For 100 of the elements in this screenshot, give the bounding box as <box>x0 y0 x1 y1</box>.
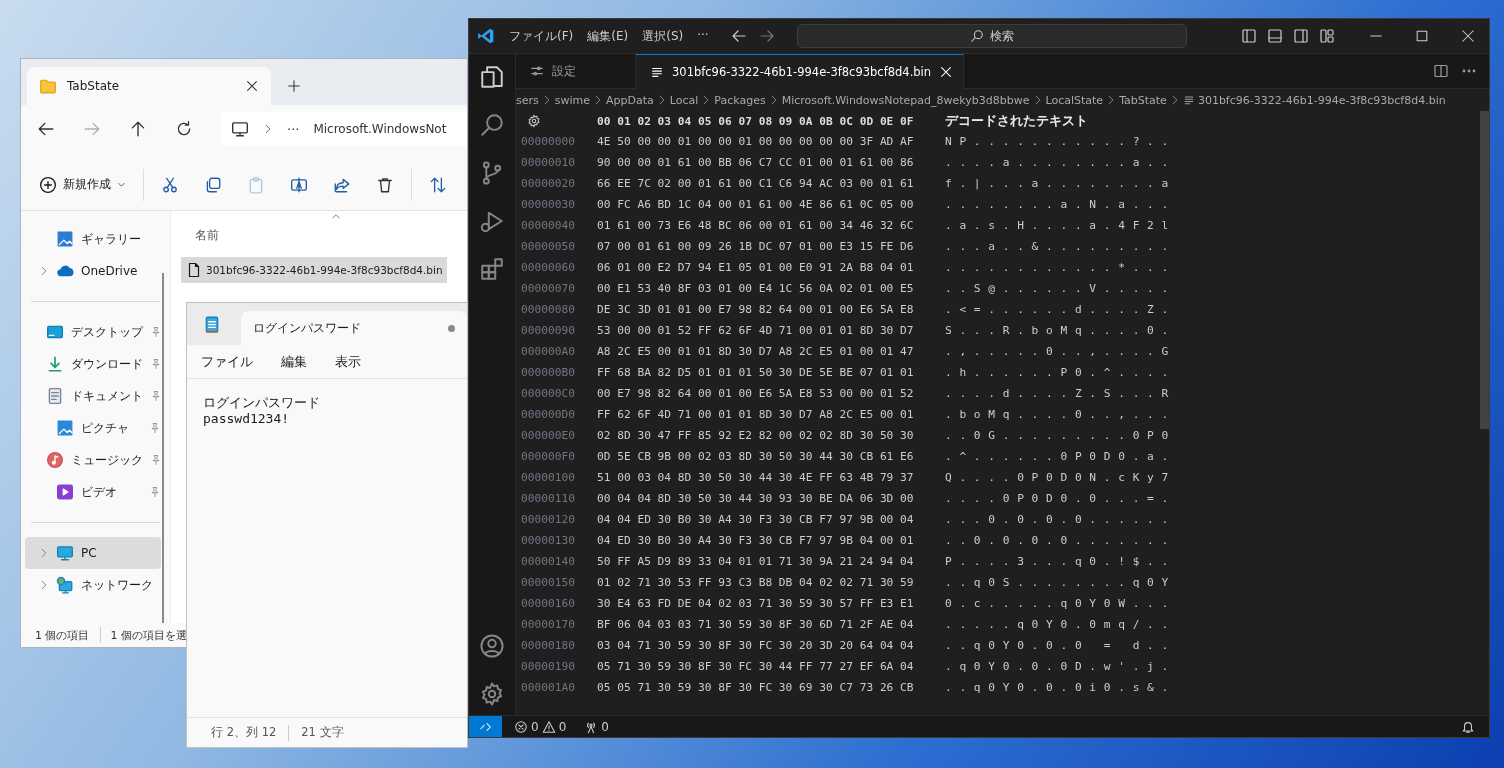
decoded-text: ............*... <box>945 261 1176 274</box>
cut-icon[interactable] <box>161 175 179 194</box>
gallery-icon <box>56 230 74 248</box>
network-icon <box>56 576 74 594</box>
address-bar[interactable]: ··· Microsoft.WindowsNot <box>221 112 467 146</box>
file-row[interactable]: 301bfc96-3322-46b1-994e-3f8c93bcf8d4.bin <box>181 257 447 283</box>
sidebar-layout-icon[interactable] <box>1241 28 1257 44</box>
offset-cell-text: 00000050 <box>521 240 576 253</box>
decoded-text: ..q0Y0.0.0 = d.. <box>945 639 1176 652</box>
vscode-logo-icon <box>477 27 495 45</box>
video-icon <box>56 483 74 501</box>
offset-cell-text: 00000080 <box>521 303 576 316</box>
folder-tab[interactable]: TabState <box>27 67 271 105</box>
sidebar-item[interactable]: ダウンロード <box>25 348 161 380</box>
menu-item[interactable]: ファイル(F) <box>509 27 574 45</box>
music-icon <box>46 451 64 469</box>
scrollbar[interactable] <box>1480 111 1489 429</box>
hex-bytes: FF 68 BA 82 D5 01 01 01 50 30 DE 5E BE 07 01 01 <box>597 366 915 379</box>
offset-cell-text: 00000000 <box>521 135 576 148</box>
maximize-icon[interactable] <box>1415 29 1429 43</box>
hex-bytes: 02 8D 30 47 FF 85 92 E2 82 00 02 02 8D 30 50 30 <box>597 429 915 442</box>
right-sidebar-layout-icon[interactable] <box>1293 28 1309 44</box>
sidebar-item[interactable]: ピクチャ <box>25 412 161 444</box>
breadcrumb-item[interactable]: swime <box>554 93 591 107</box>
breadcrumb-item[interactable]: AppData <box>606 93 654 107</box>
offset-cell-text: 00000010 <box>521 156 576 169</box>
sidebar-item[interactable]: ビデオ <box>25 476 161 508</box>
sort-icon[interactable] <box>429 175 447 194</box>
decoded-text: .boMq....0..,... <box>945 408 1176 421</box>
close-icon[interactable] <box>245 79 259 93</box>
document-tab[interactable]: ログインパスワード <box>241 311 467 345</box>
menu-item[interactable]: ··· <box>697 27 709 45</box>
chevron-icon[interactable] <box>39 266 49 276</box>
rename-icon[interactable] <box>290 175 308 194</box>
copy-icon[interactable] <box>204 175 222 194</box>
hex-bytes: DE 3C 3D 01 01 00 E7 98 82 64 00 01 00 E6 5A E8 <box>597 303 915 316</box>
close-icon[interactable] <box>1461 29 1475 43</box>
sidebar-item[interactable]: ミュージック <box>25 444 161 476</box>
decoded-text: .^......0P0D0.a. <box>945 450 1176 463</box>
menu-item[interactable]: 編集 <box>281 352 307 371</box>
layout-grid-icon[interactable] <box>1319 28 1335 44</box>
ports-button[interactable]: 0 <box>580 719 613 734</box>
decoded-text: NP...........?.. <box>945 135 1176 148</box>
breadcrumb-item[interactable]: LocalState <box>1045 93 1104 107</box>
new-tab-icon[interactable] <box>287 79 301 93</box>
hex-bytes: 04 ED 30 B0 30 A4 30 F3 30 CB F7 97 9B 04 00 01 <box>597 534 915 547</box>
decoded-text: 0.c.....q0Y0W... <box>945 597 1176 610</box>
offset-cell-text: 000000E0 <box>521 429 576 442</box>
breadcrumb-item[interactable]: TabState <box>1119 93 1167 107</box>
settings-icon[interactable] <box>527 114 541 128</box>
search-icon[interactable] <box>479 112 505 138</box>
sidebar-item[interactable]: ドキュメント <box>25 380 161 412</box>
settings-icon[interactable] <box>479 681 505 707</box>
breadcrumb-item[interactable]: Packages <box>714 93 766 107</box>
forward-icon[interactable] <box>758 28 775 44</box>
sidebar-item[interactable]: ギャラリー <box>25 223 161 255</box>
search-box[interactable]: 検索 <box>796 24 1187 48</box>
panel-layout-icon[interactable] <box>1267 28 1283 44</box>
chevron-icon[interactable] <box>39 580 49 590</box>
column-header[interactable]: 名前 <box>181 221 301 251</box>
account-icon[interactable] <box>479 633 505 659</box>
files-icon[interactable] <box>479 64 505 90</box>
offset-cell-text: 00000040 <box>521 219 576 232</box>
delete-icon[interactable] <box>376 175 394 194</box>
status-text: 行 2、列 12 <box>211 725 277 740</box>
offset-cell-text: 00000100 <box>521 471 576 484</box>
breadcrumb-item[interactable]: Local <box>669 93 699 107</box>
new-button[interactable]: 新規作成 <box>39 175 126 194</box>
offset-cell-text: 00000120 <box>521 513 576 526</box>
problems-button[interactable]: 0 0 <box>510 719 571 734</box>
breadcrumb-item[interactable]: sers <box>516 93 539 107</box>
hex-bytes: 50 FF A5 D9 89 33 04 01 01 71 30 9A 21 24 94 04 <box>597 555 915 568</box>
decoded-text: ........a.N.a... <box>945 198 1176 211</box>
document-icon <box>46 387 64 405</box>
sidebar-item[interactable]: ネットワーク <box>25 569 161 601</box>
sidebar-item[interactable]: デスクトップ <box>25 316 161 348</box>
refresh-icon[interactable] <box>175 120 193 138</box>
offset-cell-text: 00000090 <box>521 324 576 337</box>
hex-bytes: 90 00 00 01 61 00 BB 06 C7 CC 01 00 01 61 00 86 <box>597 156 915 169</box>
split-editor-icon[interactable] <box>1433 63 1449 79</box>
extensions-icon[interactable] <box>479 256 505 282</box>
close-icon[interactable] <box>939 64 954 79</box>
scrollbar[interactable] <box>162 273 164 623</box>
sidebar-item[interactable]: PC <box>25 537 161 569</box>
breadcrumb-item[interactable]: 301bfc96-3322-46b1-994e-3f8c93bcf8d4.bin <box>1197 93 1446 107</box>
menu-item[interactable]: 表示 <box>335 352 361 371</box>
editor-tab[interactable]: 301bfc96-3322-46b1-994e-3f8c93bcf8d4.bin <box>636 53 965 89</box>
back-icon[interactable] <box>37 120 55 138</box>
offset-cell-text: 00000070 <box>521 282 576 295</box>
menu-item[interactable]: 選択(S) <box>642 27 684 45</box>
back-icon[interactable] <box>730 28 747 44</box>
more-text[interactable]: ··· <box>287 121 300 137</box>
hex-bytes: 01 02 71 30 53 FF 93 C3 B8 DB 04 02 02 71 30 59 <box>597 576 915 589</box>
breadcrumb-item[interactable]: Microsoft.WindowsNotepad_8wekyb3d8bbwe <box>781 93 1030 107</box>
up-icon[interactable] <box>129 120 147 138</box>
sidebar-item[interactable]: OneDrive <box>25 255 161 287</box>
bell-icon[interactable] <box>1461 719 1475 734</box>
menu-item[interactable]: ファイル <box>201 352 253 371</box>
hex-bytes: 05 05 71 30 59 30 8F 30 FC 30 69 30 C7 73 26 CB <box>597 681 915 694</box>
menu-item[interactable]: 編集(E) <box>587 27 629 45</box>
